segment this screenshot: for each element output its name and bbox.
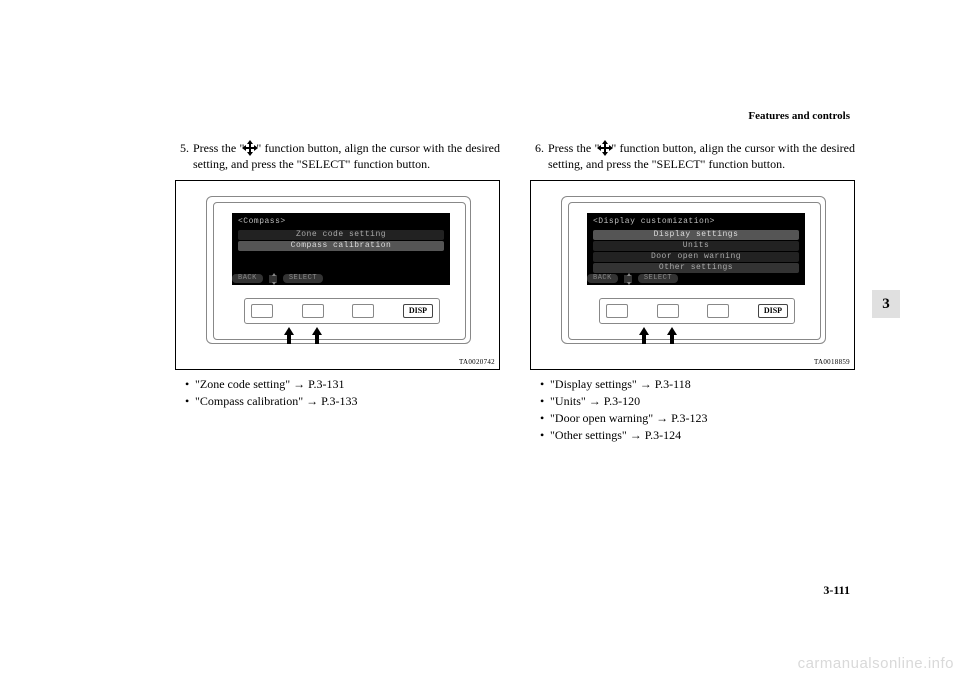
hw-button: [657, 304, 679, 318]
fn-select-label: SELECT: [638, 274, 678, 283]
figure-left: <Compass> Zone code setting Compass cali…: [175, 180, 500, 370]
menu-row-selected: Compass calibration: [238, 241, 444, 251]
step-text-a: Press the ": [548, 141, 599, 155]
step-text-a: Press the ": [193, 141, 244, 155]
step-number: 6.: [530, 140, 548, 172]
dpad-icon: [244, 142, 256, 154]
list-item: "Display settings" → P.3-118: [550, 376, 855, 393]
disp-button: DISP: [403, 304, 433, 318]
arrow-up-icon: [284, 327, 294, 345]
button-row: DISP: [244, 298, 440, 324]
reference-list: "Display settings" → P.3-118 "Units" → P…: [530, 376, 855, 443]
list-item: "Units" → P.3-120: [550, 393, 855, 410]
fn-select-label: SELECT: [283, 274, 323, 283]
screen-title: <Display customization>: [593, 217, 799, 228]
lcd-screen: <Compass> Zone code setting Compass cali…: [232, 213, 450, 285]
arrow-up-icon: [312, 327, 322, 345]
list-item: "Compass calibration" → P.3-133: [195, 393, 500, 410]
list-item: "Door open warning" → P.3-123: [550, 410, 855, 427]
dpad-icon: [624, 275, 632, 283]
menu-row: Door open warning: [593, 252, 799, 262]
arrow-up-icon: [667, 327, 677, 345]
fn-back-label: BACK: [232, 274, 263, 283]
section-header: Features and controls: [748, 110, 850, 122]
step-text: Press the "" function button, align the …: [193, 140, 500, 172]
dpad-icon: [599, 142, 611, 154]
menu-row: Other settings: [593, 263, 799, 273]
button-row: DISP: [599, 298, 795, 324]
list-item: "Other settings" → P.3-124: [550, 427, 855, 444]
hw-button: [352, 304, 374, 318]
display-bezel: <Compass> Zone code setting Compass cali…: [206, 196, 471, 344]
figure-right: <Display customization> Display settings…: [530, 180, 855, 370]
hw-button: [251, 304, 273, 318]
dpad-icon: [269, 275, 277, 283]
disp-button: DISP: [758, 304, 788, 318]
page-number: 3-111: [823, 583, 850, 598]
display-bezel: <Display customization> Display settings…: [561, 196, 826, 344]
menu-row-selected: Display settings: [593, 230, 799, 240]
left-column: 5. Press the "" function button, align t…: [175, 140, 500, 444]
menu-row: Zone code setting: [238, 230, 444, 240]
hw-button: [707, 304, 729, 318]
figure-code: TA0020742: [459, 358, 495, 367]
watermark: carmanualsonline.info: [798, 655, 954, 672]
reference-list: "Zone code setting" → P.3-131 "Compass c…: [175, 376, 500, 410]
hw-button: [302, 304, 324, 318]
step-number: 5.: [175, 140, 193, 172]
step-text: Press the "" function button, align the …: [548, 140, 855, 172]
arrow-up-icon: [639, 327, 649, 345]
list-item: "Zone code setting" → P.3-131: [195, 376, 500, 393]
fn-back-label: BACK: [587, 274, 618, 283]
lcd-screen: <Display customization> Display settings…: [587, 213, 805, 285]
menu-row: Units: [593, 241, 799, 251]
hw-button: [606, 304, 628, 318]
right-column: 6. Press the "" function button, align t…: [530, 140, 855, 444]
figure-code: TA0018859: [814, 358, 850, 367]
chapter-tab: 3: [872, 290, 900, 318]
screen-title: <Compass>: [238, 217, 444, 228]
